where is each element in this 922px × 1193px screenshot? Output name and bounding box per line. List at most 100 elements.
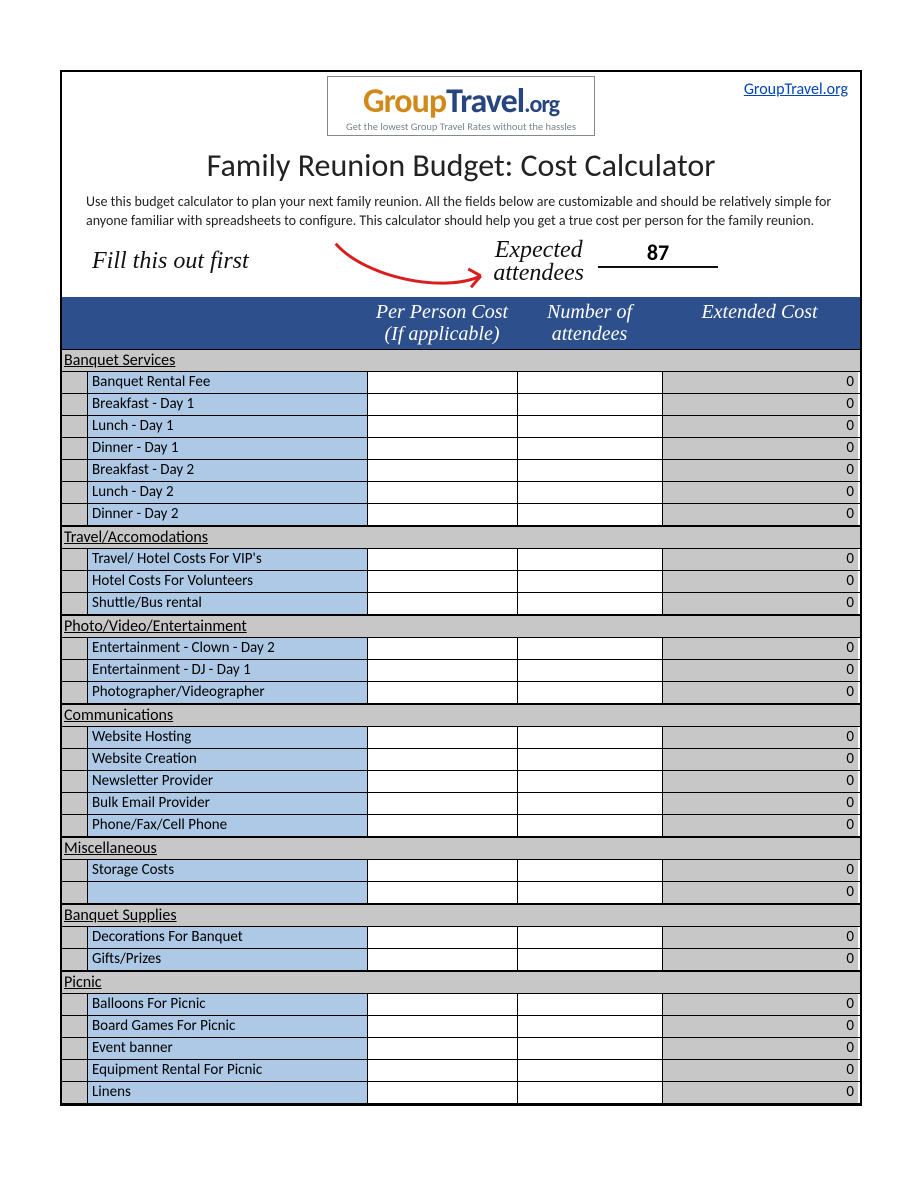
- line-item-row: Banquet Rental Fee0: [62, 372, 860, 394]
- per-person-cost-cell[interactable]: [368, 372, 518, 393]
- per-person-cost-cell[interactable]: [368, 1082, 518, 1103]
- extended-cost-cell: 0: [663, 727, 858, 748]
- indent-gutter: [62, 638, 88, 659]
- attendees-cell[interactable]: [518, 416, 663, 437]
- attendees-cell[interactable]: [518, 549, 663, 570]
- attendees-cell[interactable]: [518, 927, 663, 948]
- per-person-cost-cell[interactable]: [368, 593, 518, 614]
- per-person-cost-cell[interactable]: [368, 460, 518, 481]
- attendees-cell[interactable]: [518, 504, 663, 525]
- per-person-cost-cell[interactable]: [368, 571, 518, 592]
- line-item-row: Breakfast - Day 10: [62, 394, 860, 416]
- indent-gutter: [62, 1038, 88, 1059]
- per-person-cost-cell[interactable]: [368, 438, 518, 459]
- attendees-input[interactable]: 87: [598, 237, 718, 268]
- item-label: Hotel Costs For Volunteers: [88, 571, 368, 592]
- per-person-cost-cell[interactable]: [368, 549, 518, 570]
- logo-org-text: .org: [524, 90, 559, 119]
- attendees-cell[interactable]: [518, 949, 663, 970]
- indent-gutter: [62, 416, 88, 437]
- extended-cost-cell: 0: [663, 771, 858, 792]
- attendees-cell[interactable]: [518, 593, 663, 614]
- extended-cost-cell: 0: [663, 1016, 858, 1037]
- per-person-cost-cell[interactable]: [368, 1016, 518, 1037]
- section-header: Banquet Services: [62, 349, 860, 372]
- item-label: Lunch - Day 2: [88, 482, 368, 503]
- indent-gutter: [62, 927, 88, 948]
- attendees-cell[interactable]: [518, 682, 663, 703]
- section-header: Picnic: [62, 971, 860, 994]
- per-person-cost-cell[interactable]: [368, 927, 518, 948]
- line-item-row: Website Creation0: [62, 749, 860, 771]
- indent-gutter: [62, 571, 88, 592]
- indent-gutter: [62, 660, 88, 681]
- attendees-cell[interactable]: [518, 793, 663, 814]
- attendees-cell[interactable]: [518, 638, 663, 659]
- per-person-cost-cell[interactable]: [368, 682, 518, 703]
- extended-cost-cell: 0: [663, 372, 858, 393]
- site-link[interactable]: GroupTravel.org: [744, 80, 848, 99]
- indent-gutter: [62, 482, 88, 503]
- per-person-cost-cell[interactable]: [368, 638, 518, 659]
- attendees-cell[interactable]: [518, 749, 663, 770]
- attendees-cell[interactable]: [518, 771, 663, 792]
- attendee-row: Fill this out first Expected attendees 8…: [68, 237, 854, 297]
- item-label: Lunch - Day 1: [88, 416, 368, 437]
- per-person-cost-cell[interactable]: [368, 882, 518, 903]
- line-item-row: Hotel Costs For Volunteers0: [62, 571, 860, 593]
- per-person-cost-cell[interactable]: [368, 994, 518, 1015]
- per-person-cost-cell[interactable]: [368, 482, 518, 503]
- per-person-cost-cell[interactable]: [368, 771, 518, 792]
- per-person-cost-cell[interactable]: [368, 660, 518, 681]
- per-person-cost-cell[interactable]: [368, 749, 518, 770]
- attendees-cell[interactable]: [518, 482, 663, 503]
- per-person-cost-cell[interactable]: [368, 949, 518, 970]
- indent-gutter: [62, 1016, 88, 1037]
- per-person-cost-cell[interactable]: [368, 504, 518, 525]
- line-item-row: Entertainment - Clown - Day 20: [62, 638, 860, 660]
- line-item-row: Storage Costs0: [62, 860, 860, 882]
- per-person-cost-cell[interactable]: [368, 1038, 518, 1059]
- expected-label-2: attendees: [493, 260, 584, 287]
- attendees-cell[interactable]: [518, 727, 663, 748]
- per-person-cost-cell[interactable]: [368, 727, 518, 748]
- line-item-row: Event banner0: [62, 1038, 860, 1060]
- line-item-row: Bulk Email Provider0: [62, 793, 860, 815]
- attendees-cell[interactable]: [518, 1060, 663, 1081]
- per-person-cost-cell[interactable]: [368, 860, 518, 881]
- per-person-cost-cell[interactable]: [368, 1060, 518, 1081]
- attendees-cell[interactable]: [518, 372, 663, 393]
- attendees-cell[interactable]: [518, 1038, 663, 1059]
- item-label: Bulk Email Provider: [88, 793, 368, 814]
- extended-cost-cell: 0: [663, 749, 858, 770]
- attendees-cell[interactable]: [518, 994, 663, 1015]
- item-label: [88, 882, 368, 903]
- per-person-cost-cell[interactable]: [368, 416, 518, 437]
- per-person-cost-cell[interactable]: [368, 394, 518, 415]
- extended-cost-cell: 0: [663, 949, 858, 970]
- attendees-cell[interactable]: [518, 815, 663, 836]
- attendees-cell[interactable]: [518, 460, 663, 481]
- col-header-per-person: Per Person Cost(If applicable): [367, 301, 517, 345]
- attendees-cell[interactable]: [518, 660, 663, 681]
- per-person-cost-cell[interactable]: [368, 793, 518, 814]
- per-person-cost-cell[interactable]: [368, 815, 518, 836]
- attendees-cell[interactable]: [518, 394, 663, 415]
- extended-cost-cell: 0: [663, 482, 858, 503]
- item-label: Travel/ Hotel Costs For VIP's: [88, 549, 368, 570]
- attendees-cell[interactable]: [518, 1016, 663, 1037]
- attendees-cell[interactable]: [518, 882, 663, 903]
- line-item-row: Breakfast - Day 20: [62, 460, 860, 482]
- section-label: Banquet Services: [64, 351, 856, 370]
- logo-wordmark: GroupTravel.org: [346, 81, 576, 122]
- line-item-row: Shuttle/Bus rental0: [62, 593, 860, 615]
- indent-gutter: [62, 504, 88, 525]
- section-label: Communications: [64, 706, 856, 725]
- line-item-row: Photographer/Videographer0: [62, 682, 860, 704]
- indent-gutter: [62, 1060, 88, 1081]
- attendees-cell[interactable]: [518, 438, 663, 459]
- attendees-cell[interactable]: [518, 860, 663, 881]
- attendees-cell[interactable]: [518, 1082, 663, 1103]
- attendees-cell[interactable]: [518, 571, 663, 592]
- extended-cost-cell: 0: [663, 504, 858, 525]
